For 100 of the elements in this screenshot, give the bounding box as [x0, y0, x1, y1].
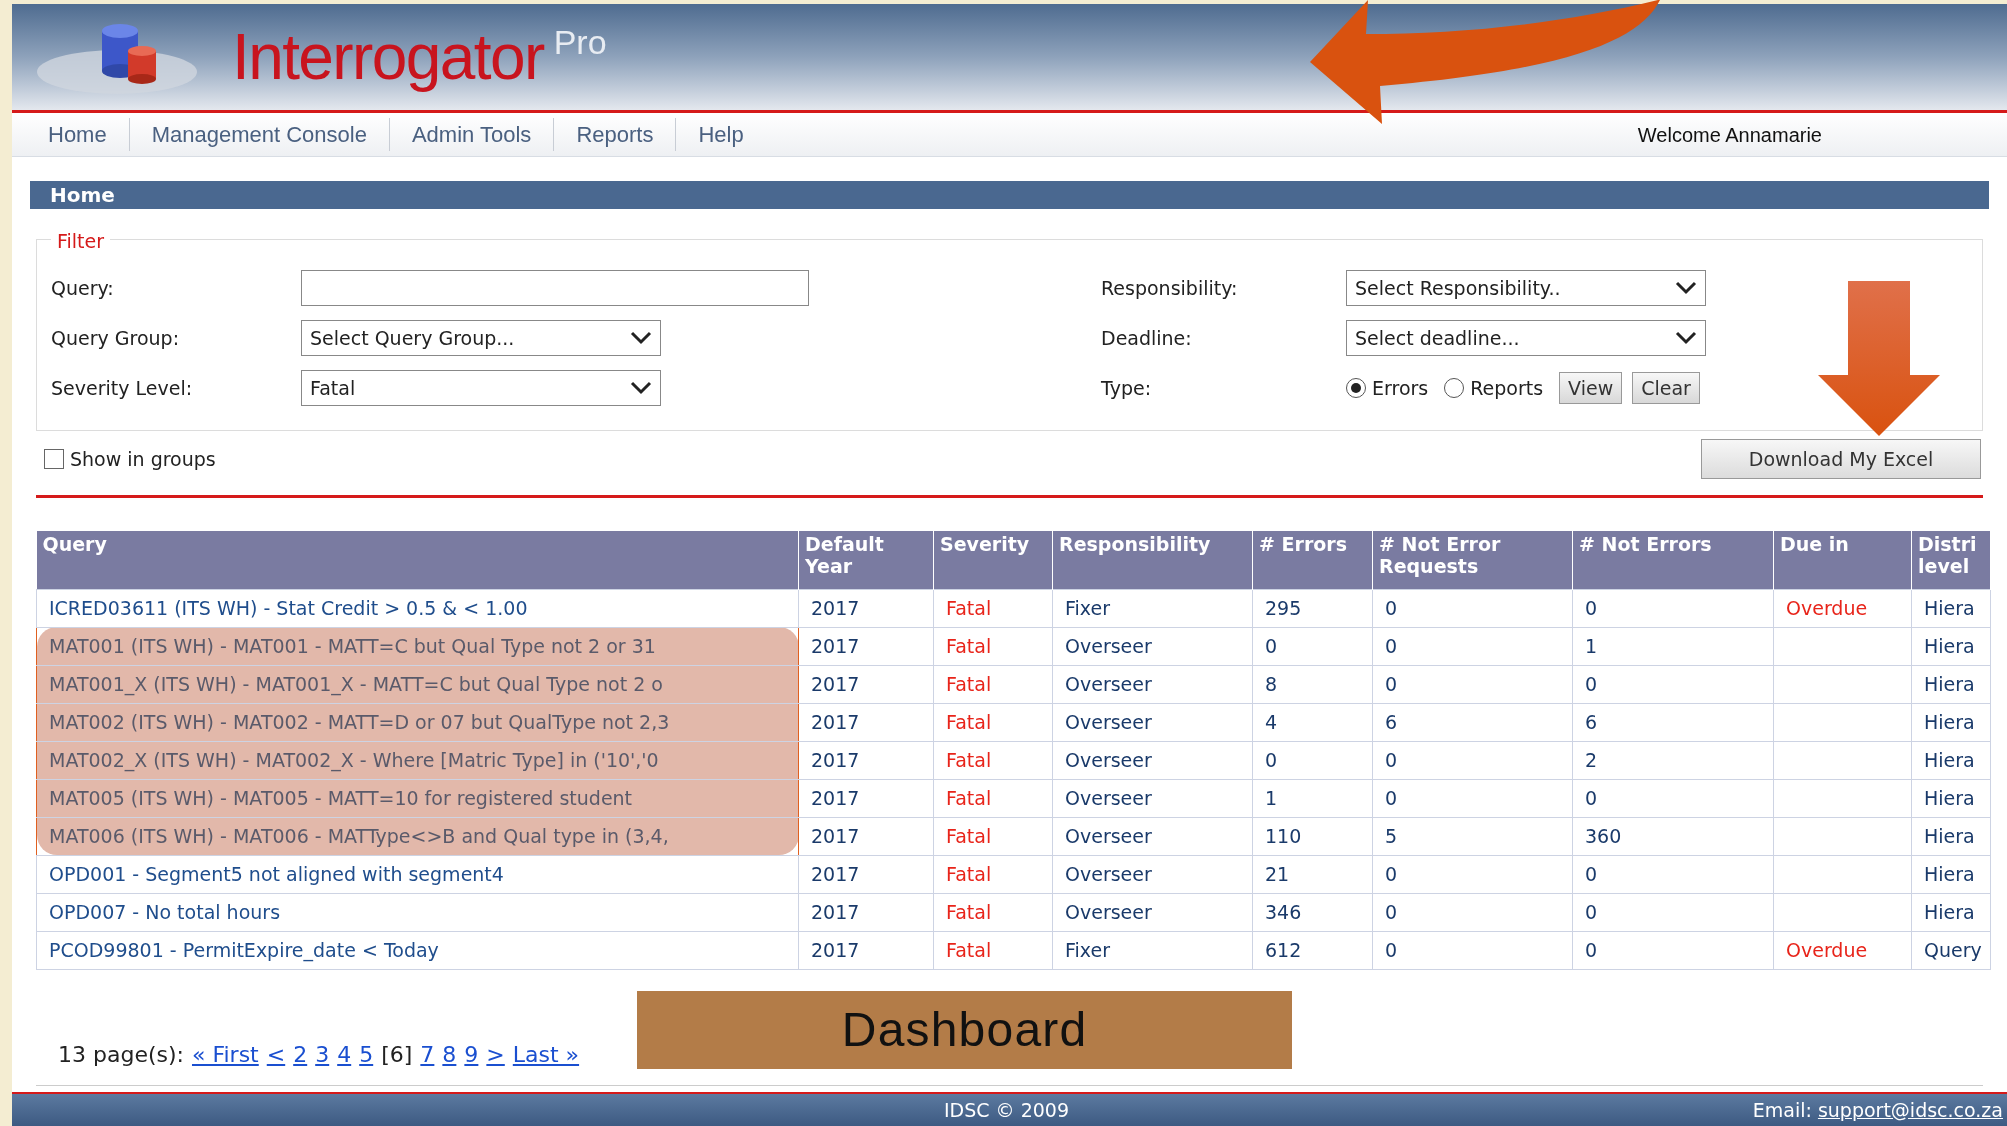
page-link[interactable]: 5 [359, 1037, 374, 1071]
page-link[interactable]: 4 [337, 1037, 352, 1071]
table-cell: Overseer [1052, 893, 1253, 931]
query-link[interactable]: PCOD99801 - PermitExpire_date < Today [36, 931, 799, 969]
field-label: Deadline: [1101, 325, 1193, 351]
table-cell: Fatal [933, 893, 1053, 931]
page-link[interactable]: Last » [512, 1037, 580, 1071]
field-label: Responsibility: [1101, 275, 1239, 301]
table-cell: 0 [1372, 931, 1573, 969]
query-input-field[interactable] [301, 270, 809, 306]
copyright-text: IDSC © 2009 [944, 1097, 1069, 1123]
annotation-label: Dashboard [637, 991, 1293, 1069]
table-cell: Overseer [1052, 855, 1253, 893]
field-label: Severity Level: [51, 375, 194, 401]
nav-link[interactable]: Management Console [129, 118, 390, 151]
table-cell: 0 [1252, 627, 1373, 665]
page-link[interactable]: 2 [293, 1037, 308, 1071]
page-link[interactable]: 8 [442, 1037, 457, 1071]
checkbox-label: Show in groups [70, 446, 216, 472]
table-cell: 5 [1372, 817, 1573, 855]
dropdown[interactable]: Select Responsibility.. [1346, 270, 1706, 306]
query-link[interactable]: MAT002 (ITS WH) - MAT002 - MATT=D or 07 but QualType not 2,3 [36, 703, 799, 741]
nav-link[interactable]: Help [676, 118, 766, 151]
page-link[interactable]: « First [192, 1037, 259, 1071]
dropdown[interactable]: Select deadline... [1346, 320, 1706, 356]
table-cell: Fatal [933, 741, 1053, 779]
column-header: # Errors [1252, 531, 1373, 589]
table-cell: 2017 [798, 703, 934, 741]
table-cell: Fatal [933, 627, 1053, 665]
table-cell: 0 [1572, 589, 1774, 627]
checkbox[interactable] [44, 449, 64, 469]
table-cell: 0 [1372, 893, 1573, 931]
table-cell: Hiera [1911, 665, 1991, 703]
table-cell: Query [1911, 931, 1991, 969]
radio-option[interactable]: Errors [1346, 373, 1429, 403]
table-cell: 2017 [798, 741, 934, 779]
table-cell: Fatal [933, 589, 1053, 627]
table-cell: 0 [1572, 931, 1774, 969]
table-cell: 0 [1372, 779, 1573, 817]
table-cell: 110 [1252, 817, 1373, 855]
table-cell: Fixer [1052, 931, 1253, 969]
page-link[interactable]: > [486, 1037, 505, 1071]
table-cell: Overdue [1773, 589, 1912, 627]
download-excel-button[interactable]: Download My Excel [1701, 439, 1981, 479]
email-link[interactable]: support@idsc.co.za [1817, 1095, 2003, 1125]
table-cell: 2017 [798, 589, 934, 627]
nav-link[interactable]: Reports [554, 118, 677, 151]
field-label: Query: [51, 275, 115, 301]
page-link[interactable]: 3 [315, 1037, 330, 1071]
page-link[interactable]: 7 [420, 1037, 435, 1071]
page-link[interactable]: < [266, 1037, 286, 1071]
query-link[interactable]: OPD007 - No total hours [36, 893, 799, 931]
page-link[interactable]: 9 [464, 1037, 479, 1071]
query-link[interactable]: MAT006 (ITS WH) - MAT006 - MATType<>B and Qual type in (3,4, [36, 817, 799, 855]
table-cell: 6 [1372, 703, 1573, 741]
table-cell: 0 [1372, 741, 1573, 779]
table-cell: Overseer [1052, 703, 1253, 741]
radio-button[interactable] [1346, 378, 1366, 398]
table-cell: 612 [1252, 931, 1373, 969]
column-header: # Not Error Requests [1372, 531, 1573, 589]
table-cell: 0 [1372, 589, 1573, 627]
filter-button[interactable]: View [1559, 372, 1623, 404]
column-header: Severity [933, 531, 1053, 589]
table-cell: Overseer [1052, 627, 1253, 665]
table-cell: Hiera [1911, 589, 1991, 627]
query-link[interactable]: MAT002_X (ITS WH) - MAT002_X - Where [Matric Type] in ('10','0 [36, 741, 799, 779]
table-cell: Hiera [1911, 817, 1991, 855]
dropdown[interactable]: Select Query Group... [301, 320, 661, 356]
nav-link[interactable]: Home [26, 118, 130, 151]
table-cell: 8 [1252, 665, 1373, 703]
table-cell: 21 [1252, 855, 1373, 893]
chevron-down-icon [1675, 281, 1697, 295]
table-cell: Hiera [1911, 893, 1991, 931]
chevron-down-icon [630, 381, 652, 395]
query-link[interactable]: MAT001_X (ITS WH) - MAT001_X - MATT=C but Qual Type not 2 o [36, 665, 799, 703]
table-cell: Fatal [933, 703, 1053, 741]
table-cell: Fatal [933, 779, 1053, 817]
table-cell: 0 [1572, 893, 1774, 931]
table-cell: Hiera [1911, 703, 1991, 741]
query-link[interactable]: OPD001 - Segment5 not aligned with segment4 [36, 855, 799, 893]
table-cell: 2017 [798, 855, 934, 893]
nav-link[interactable]: Admin Tools [389, 118, 555, 151]
dropdown[interactable]: Fatal [301, 370, 661, 406]
table-cell: Overdue [1773, 931, 1912, 969]
query-link[interactable]: MAT005 (ITS WH) - MAT005 - MATT=10 for registered student [36, 779, 799, 817]
chevron-down-icon [1675, 331, 1697, 345]
query-link[interactable]: MAT001 (ITS WH) - MAT001 - MATT=C but Qual Type not 2 or 31 [36, 627, 799, 665]
current-page-number: [6] [381, 1040, 413, 1069]
table-cell: 0 [1372, 665, 1573, 703]
table-cell: 4 [1252, 703, 1373, 741]
table-cell: Fatal [933, 931, 1053, 969]
table-cell: 0 [1572, 779, 1774, 817]
radio-option[interactable]: Reports [1444, 373, 1544, 403]
filter-button[interactable]: Clear [1632, 372, 1700, 404]
table-cell: 0 [1252, 741, 1373, 779]
table-cell: 0 [1572, 855, 1774, 893]
query-link[interactable]: ICRED03611 (ITS WH) - Stat Credit > 0.5 & < 1.00 [36, 589, 799, 627]
table-cell: 1 [1252, 779, 1373, 817]
email-label: Email: [1752, 1097, 1812, 1123]
radio-button[interactable] [1444, 378, 1465, 398]
